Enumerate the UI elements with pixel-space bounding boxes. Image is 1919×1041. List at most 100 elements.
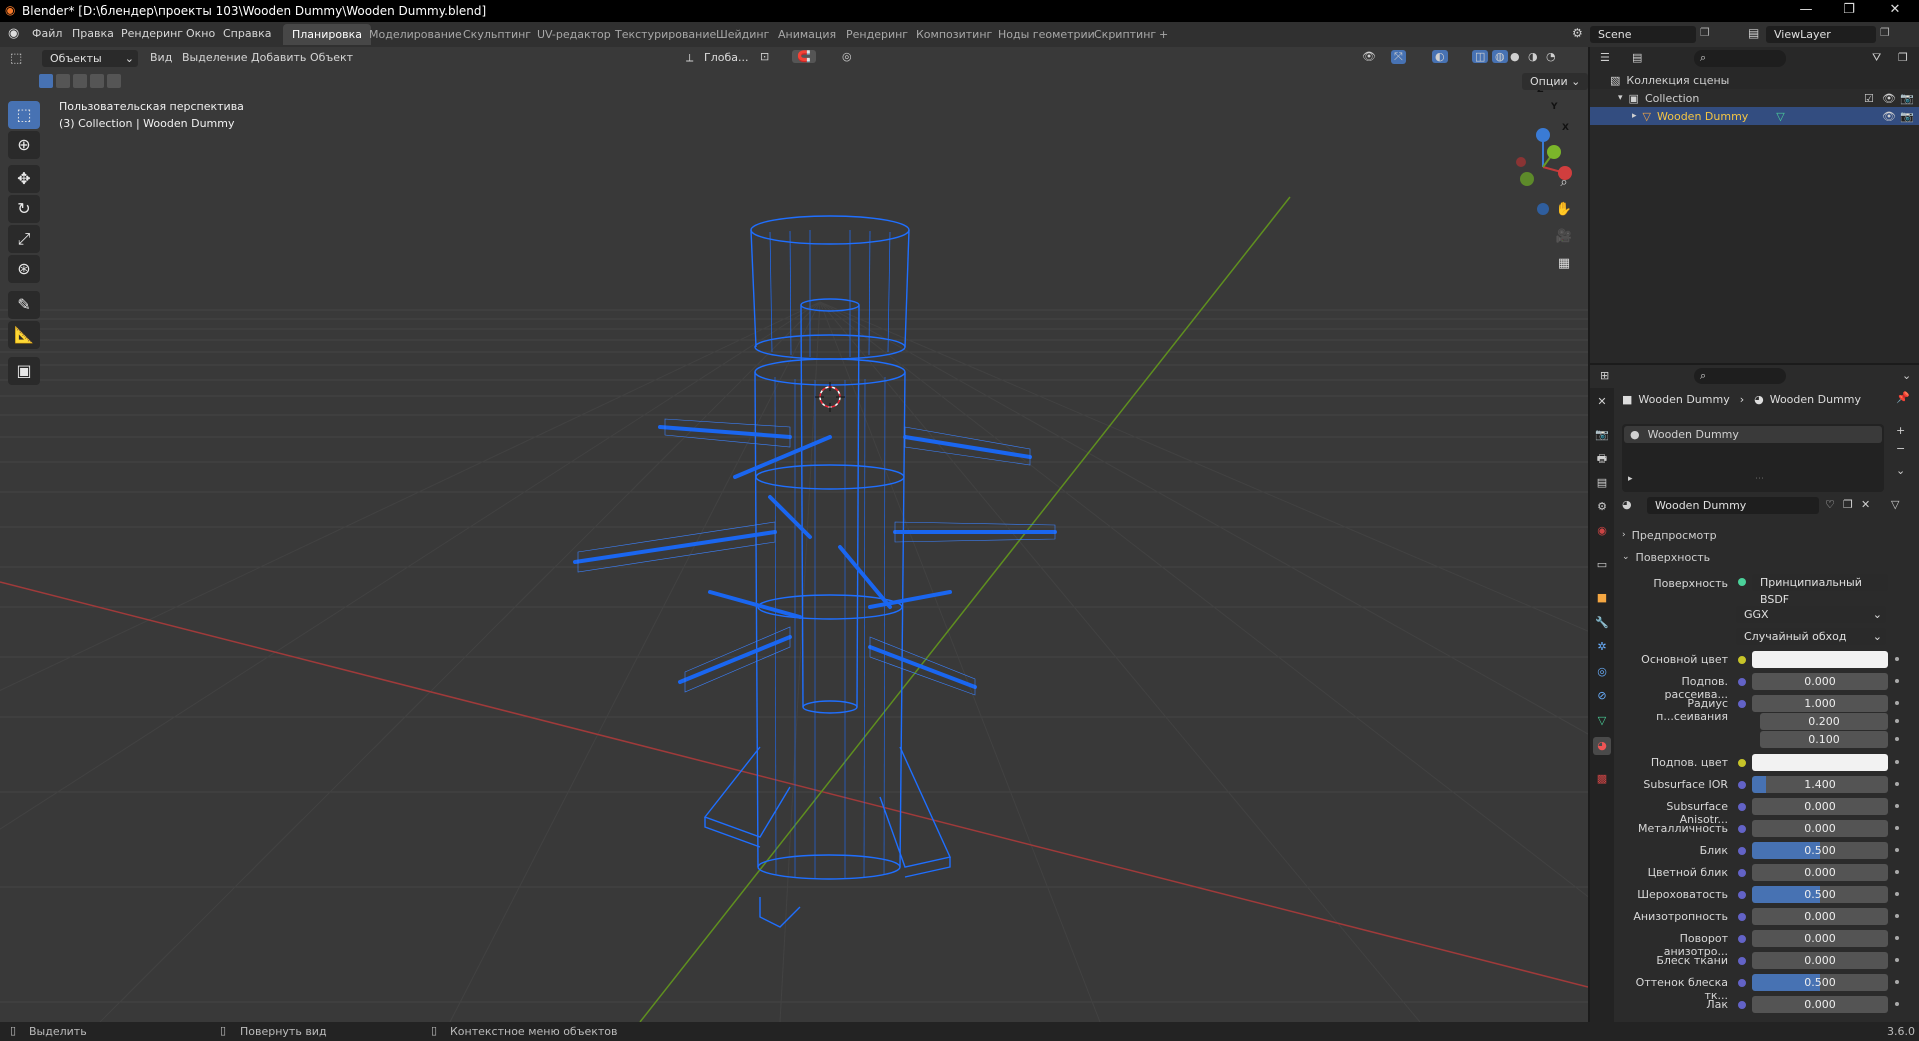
- expand-arrow-icon[interactable]: ▾: [1618, 93, 1623, 103]
- menu-object[interactable]: Объект: [310, 51, 353, 64]
- keyframe-dot-icon[interactable]: [1895, 760, 1899, 764]
- select-box-tool[interactable]: ⬚: [8, 101, 40, 129]
- new-scene-icon[interactable]: ❐: [1700, 26, 1710, 39]
- keyframe-dot-icon[interactable]: [1895, 657, 1899, 661]
- zoom-icon[interactable]: ⌕: [1553, 172, 1575, 194]
- outliner-row-scene-collection[interactable]: ▧ Коллекция сцены: [1590, 71, 1919, 89]
- select-subtract-icon[interactable]: [73, 74, 87, 88]
- input-socket-icon[interactable]: [1738, 759, 1746, 767]
- keyframe-dot-icon[interactable]: [1895, 679, 1899, 683]
- duplicate-material-icon[interactable]: ❐: [1843, 498, 1853, 511]
- move-tool[interactable]: ✥: [8, 165, 40, 193]
- outliner-row-wooden-dummy[interactable]: ▸ ▽ Wooden Dummy ▽ 👁 📷: [1590, 107, 1919, 125]
- subsurface-method-dropdown[interactable]: Случайный обход ⌄: [1736, 628, 1886, 645]
- keyframe-dot-icon[interactable]: [1895, 1002, 1899, 1006]
- output-tab-icon[interactable]: 🖶: [1593, 450, 1611, 468]
- menu-view[interactable]: Вид: [150, 51, 172, 64]
- gizmo-toggle-icon[interactable]: ⤧: [1391, 50, 1406, 64]
- keyframe-dot-icon[interactable]: [1895, 782, 1899, 786]
- scale-tool[interactable]: ⤢: [8, 225, 40, 253]
- new-collection-icon[interactable]: ❐: [1898, 51, 1908, 64]
- keyframe-dot-icon[interactable]: [1895, 892, 1899, 896]
- add-workspace-button[interactable]: +: [1150, 24, 1177, 45]
- transform-orientation-selector[interactable]: Глоба...: [704, 51, 748, 64]
- chevron-down-icon[interactable]: ⌄: [1902, 369, 1911, 382]
- pivot-icon[interactable]: ⊡: [760, 50, 769, 63]
- fake-user-icon[interactable]: ♡: [1825, 498, 1835, 511]
- input-socket-icon[interactable]: [1738, 891, 1746, 899]
- camera-icon[interactable]: 📷: [1900, 110, 1914, 123]
- surface-shader-selector[interactable]: Принципиальный BSDF: [1752, 574, 1888, 606]
- xray-icon[interactable]: ◫: [1472, 50, 1489, 63]
- value-slider[interactable]: 0.200: [1760, 713, 1888, 730]
- properties-editor-icon[interactable]: ⊞: [1600, 369, 1609, 382]
- tab-compositing[interactable]: Композитинг: [907, 24, 1001, 45]
- ortho-grid-icon[interactable]: ▦: [1553, 253, 1575, 275]
- scene-icon[interactable]: ⚙: [1572, 26, 1583, 40]
- input-socket-icon[interactable]: [1738, 979, 1746, 987]
- color-swatch[interactable]: [1752, 651, 1888, 668]
- transform-tool[interactable]: ⊛: [8, 255, 40, 283]
- mesh-data-tab-icon[interactable]: ▽: [1593, 712, 1611, 730]
- input-socket-icon[interactable]: [1738, 825, 1746, 833]
- constraints-tab-icon[interactable]: ⊘: [1593, 687, 1611, 705]
- overlays-icon[interactable]: ◐: [1432, 50, 1448, 63]
- wireframe-shading-icon[interactable]: ◍: [1492, 50, 1508, 63]
- render-tab-icon[interactable]: 📷: [1593, 426, 1611, 444]
- material-tab-icon[interactable]: ◕: [1593, 737, 1611, 755]
- material-slot-item[interactable]: ● Wooden Dummy: [1624, 426, 1882, 443]
- expand-arrow-icon[interactable]: ▸: [1632, 111, 1637, 121]
- preview-section-header[interactable]: › Предпросмотр: [1622, 527, 1717, 543]
- keyframe-dot-icon[interactable]: [1895, 958, 1899, 962]
- material-name-field[interactable]: Wooden Dummy: [1647, 497, 1819, 514]
- value-slider[interactable]: 0.000: [1752, 798, 1888, 815]
- keyframe-dot-icon[interactable]: [1895, 936, 1899, 940]
- input-socket-icon[interactable]: [1738, 803, 1746, 811]
- surface-section-header[interactable]: ⌄ Поверхность: [1622, 549, 1710, 565]
- value-slider[interactable]: 0.500: [1752, 842, 1888, 859]
- snap-icon[interactable]: 🧲: [792, 50, 816, 63]
- visibility-icon[interactable]: 👁: [1362, 50, 1376, 63]
- outliner-search-input[interactable]: ⌕: [1694, 50, 1786, 67]
- new-view-layer-icon[interactable]: ❐: [1880, 26, 1890, 39]
- value-slider[interactable]: 0.000: [1752, 673, 1888, 690]
- camera-icon[interactable]: 📷: [1900, 92, 1914, 105]
- input-socket-icon[interactable]: [1738, 847, 1746, 855]
- value-slider[interactable]: 0.000: [1752, 952, 1888, 969]
- mesh-data-icon[interactable]: ▽: [1776, 110, 1784, 123]
- value-slider[interactable]: 1.400: [1752, 776, 1888, 793]
- collection-tab-icon[interactable]: ▭: [1593, 556, 1611, 574]
- keyframe-dot-icon[interactable]: [1895, 804, 1899, 808]
- input-socket-icon[interactable]: [1738, 913, 1746, 921]
- view-layer-tab-icon[interactable]: ▤: [1593, 474, 1611, 492]
- keyframe-dot-icon[interactable]: [1895, 980, 1899, 984]
- world-tab-icon[interactable]: ◉: [1593, 522, 1611, 540]
- checkbox-icon[interactable]: ☑: [1864, 92, 1874, 105]
- menu-file[interactable]: Файл: [32, 27, 62, 40]
- menu-edit[interactable]: Правка: [72, 27, 114, 40]
- eye-icon[interactable]: 👁: [1882, 110, 1896, 123]
- tab-shading[interactable]: Шейдинг: [707, 24, 778, 45]
- properties-search-input[interactable]: ⌕: [1694, 368, 1786, 384]
- add-slot-icon[interactable]: +: [1896, 424, 1905, 437]
- blender-menu-icon[interactable]: ◉: [8, 26, 19, 41]
- keyframe-dot-icon[interactable]: [1895, 737, 1899, 741]
- expand-arrow-icon[interactable]: ▸: [1628, 474, 1633, 484]
- material-shading-icon[interactable]: ◑: [1528, 50, 1538, 63]
- scene-selector[interactable]: Scene: [1590, 26, 1696, 43]
- maximize-button[interactable]: ❐: [1828, 0, 1870, 22]
- gizmo-y-label[interactable]: Y: [1551, 102, 1558, 112]
- minimize-button[interactable]: —: [1785, 0, 1827, 22]
- menu-help[interactable]: Справка: [223, 27, 271, 40]
- distribution-dropdown[interactable]: GGX ⌄: [1736, 606, 1886, 623]
- input-socket-icon[interactable]: [1738, 781, 1746, 789]
- camera-view-icon[interactable]: 🎥: [1553, 226, 1575, 248]
- value-slider[interactable]: 0.000: [1752, 930, 1888, 947]
- modifier-tab-icon[interactable]: 🔧: [1593, 614, 1611, 632]
- keyframe-dot-icon[interactable]: [1895, 870, 1899, 874]
- select-intersect-icon[interactable]: [107, 74, 121, 88]
- editor-type-icon[interactable]: ⬚: [10, 51, 22, 66]
- select-invert-icon[interactable]: [90, 74, 104, 88]
- annotate-tool[interactable]: ✎: [8, 291, 40, 319]
- pin-icon[interactable]: 📌: [1896, 391, 1910, 404]
